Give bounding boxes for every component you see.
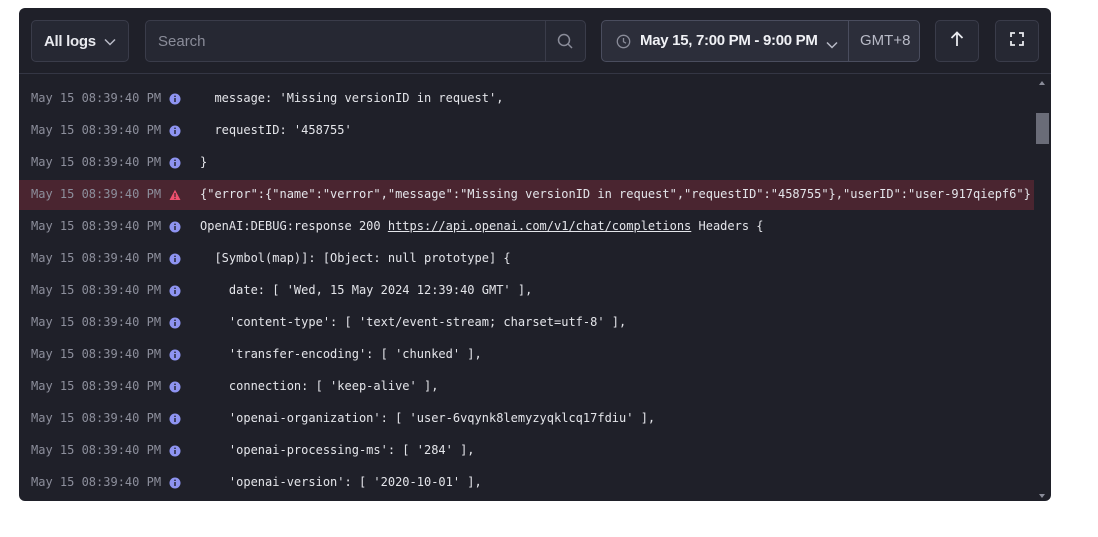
info-icon	[169, 157, 181, 169]
scrollbar[interactable]	[1035, 75, 1051, 501]
log-message: 'content-type': [ 'text/event-stream; ch…	[200, 315, 627, 329]
info-icon	[169, 221, 181, 233]
info-icon	[169, 125, 181, 137]
log-row[interactable]: May 15 08:39:40 PM requestID: '458755'	[19, 116, 1034, 146]
log-url-link[interactable]: https://api.openai.com/v1/chat/completio…	[388, 219, 691, 233]
log-row[interactable]: May 15 08:39:40 PM 'transfer-encoding': …	[19, 340, 1034, 370]
toolbar: All logs May 15, 7:00 PM - 9:00 PM GMT+8	[19, 8, 1051, 74]
arrow-up-icon	[950, 30, 964, 52]
log-row[interactable]: May 15 08:39:40 PM date: [ 'Wed, 15 May …	[19, 276, 1034, 306]
time-range-label: May 15, 7:00 PM - 9:00 PM	[640, 32, 818, 49]
fullscreen-button[interactable]	[995, 20, 1039, 62]
log-row[interactable]: May 15 08:39:40 PM message: 'Missing ver…	[19, 84, 1034, 114]
info-icon	[169, 445, 181, 457]
log-row[interactable]: May 15 08:39:40 PM 'openai-organization'…	[19, 404, 1034, 434]
log-source-label: All logs	[44, 32, 96, 50]
log-message: {"error":{"name":"verror","message":"Mis…	[200, 187, 1031, 201]
log-message: 'transfer-encoding': [ 'chunked' ],	[200, 347, 482, 361]
log-timestamp: May 15 08:39:40 PM	[31, 315, 162, 329]
search-icon[interactable]	[557, 33, 573, 54]
log-timestamp: May 15 08:39:40 PM	[31, 379, 162, 393]
log-message: OpenAI:DEBUG:response 200 https://api.op…	[200, 219, 764, 233]
log-timestamp: May 15 08:39:40 PM	[31, 283, 162, 297]
info-icon	[169, 285, 181, 297]
scrollbar-thumb[interactable]	[1036, 113, 1049, 144]
log-message: connection: [ 'keep-alive' ],	[200, 379, 439, 393]
log-message-prefix: OpenAI:DEBUG:response 200	[200, 219, 388, 233]
log-message: }	[200, 155, 208, 169]
log-row[interactable]: May 15 08:39:40 PM [Symbol(map)]: [Objec…	[19, 244, 1034, 274]
info-icon	[169, 381, 181, 393]
log-row[interactable]: May 15 08:39:40 PM 'content-type': [ 'te…	[19, 308, 1034, 338]
fullscreen-icon	[1010, 31, 1024, 51]
log-timestamp: May 15 08:39:40 PM	[31, 347, 162, 361]
log-viewer-panel: All logs May 15, 7:00 PM - 9:00 PM GMT+8	[19, 8, 1051, 501]
chevron-down-icon	[104, 33, 116, 50]
log-row[interactable]: May 15 08:39:40 PM connection: [ 'keep-a…	[19, 372, 1034, 402]
log-message: 'openai-version': [ '2020-10-01' ],	[200, 475, 482, 489]
time-range-picker[interactable]: May 15, 7:00 PM - 9:00 PM GMT+8	[601, 20, 920, 62]
warning-icon	[169, 189, 181, 201]
log-message: message: 'Missing versionID in request',	[200, 91, 504, 105]
log-message: 'openai-processing-ms': [ '284' ],	[200, 443, 475, 457]
log-timestamp: May 15 08:39:40 PM	[31, 155, 162, 169]
log-timestamp: May 15 08:39:40 PM	[31, 187, 162, 201]
log-timestamp: May 15 08:39:40 PM	[31, 91, 162, 105]
log-message: requestID: '458755'	[200, 123, 352, 137]
log-row[interactable]: May 15 08:39:40 PM}	[19, 148, 1034, 178]
info-icon	[169, 93, 181, 105]
log-timestamp: May 15 08:39:40 PM	[31, 219, 162, 233]
chevron-down-icon	[826, 36, 838, 54]
scroll-up-arrow[interactable]	[1039, 81, 1045, 85]
log-message: 'openai-organization': [ 'user-6vqynk8le…	[200, 411, 656, 425]
search-input[interactable]	[146, 21, 546, 61]
time-range-divider	[848, 21, 849, 61]
log-timestamp: May 15 08:39:40 PM	[31, 123, 162, 137]
log-message: date: [ 'Wed, 15 May 2024 12:39:40 GMT' …	[200, 283, 533, 297]
log-timestamp: May 15 08:39:40 PM	[31, 443, 162, 457]
log-message: [Symbol(map)]: [Object: null prototype] …	[200, 251, 511, 265]
info-icon	[169, 477, 181, 489]
timezone-label[interactable]: GMT+8	[860, 32, 910, 49]
scroll-down-arrow[interactable]	[1039, 494, 1045, 498]
log-row-error[interactable]: May 15 08:39:40 PM {"error":{"name":"verr…	[19, 180, 1034, 210]
info-icon	[169, 253, 181, 265]
log-list[interactable]: May 15 08:39:40 PM message: 'Missing ver…	[19, 75, 1051, 501]
info-icon	[169, 317, 181, 329]
log-row[interactable]: May 15 08:39:40 PM 'openai-processing-ms…	[19, 436, 1034, 466]
log-source-dropdown[interactable]: All logs	[31, 20, 129, 62]
log-timestamp: May 15 08:39:40 PM	[31, 411, 162, 425]
log-row[interactable]: May 15 08:39:40 PM OpenAI:DEBUG:response …	[19, 212, 1034, 242]
log-timestamp: May 15 08:39:40 PM	[31, 475, 162, 489]
scroll-to-top-button[interactable]	[935, 20, 979, 62]
search-box	[145, 20, 586, 62]
log-row[interactable]: May 15 08:39:40 PM 'openai-version': [ '…	[19, 468, 1034, 498]
info-icon	[169, 413, 181, 425]
info-icon	[169, 349, 181, 361]
log-message-suffix: Headers {	[691, 219, 764, 233]
clock-icon	[616, 34, 631, 54]
search-divider	[545, 21, 546, 61]
log-timestamp: May 15 08:39:40 PM	[31, 251, 162, 265]
